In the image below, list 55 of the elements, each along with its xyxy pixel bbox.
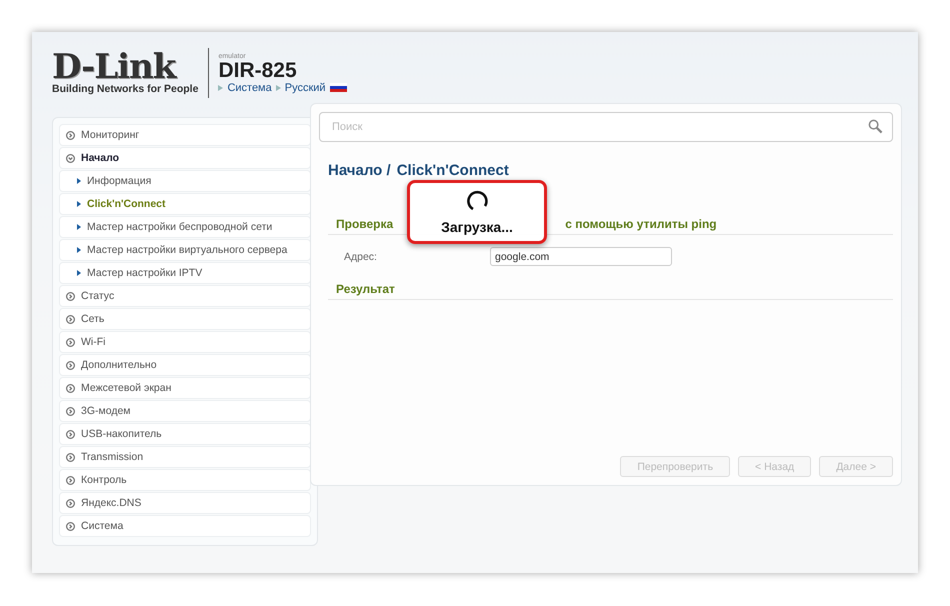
menu-item[interactable]: Яндекс.DNS [59, 492, 311, 514]
expand-right-icon [66, 452, 75, 462]
triangle-icon [276, 84, 281, 90]
address-field[interactable]: google.com [490, 247, 672, 266]
expand-right-icon [66, 130, 75, 140]
chevron-icon [77, 201, 81, 207]
menu-item[interactable]: USB-накопитель [59, 423, 311, 445]
expand-right-icon [66, 498, 75, 508]
menu-item[interactable]: 3G-модем [59, 400, 311, 422]
model-name: DIR-825 [218, 60, 298, 82]
search-field[interactable]: Поиск [319, 112, 893, 142]
header-link[interactable]: Русский [284, 82, 326, 94]
page-title: Начало / [328, 162, 391, 179]
menu-item[interactable]: Мониторинг [59, 124, 311, 146]
submenu-item[interactable]: Click'n'Connect [59, 193, 311, 215]
chevron-icon [77, 270, 81, 276]
expand-right-icon [66, 292, 75, 300]
chevron-icon [77, 224, 81, 230]
submenu-item[interactable]: Информация [59, 170, 311, 192]
expand-right-icon [66, 406, 75, 416]
search-icon[interactable] [868, 119, 883, 134]
chevron-icon [77, 178, 81, 184]
expand-right-icon [66, 314, 75, 324]
address-label: Адрес: [344, 250, 378, 262]
logo-tagline: Building Networks for People [52, 83, 198, 95]
section-title: Результат [328, 282, 893, 300]
expand-right-icon [66, 338, 75, 346]
menu-item[interactable]: Wi-Fi [59, 331, 311, 353]
header-link[interactable]: Система [227, 82, 272, 94]
section-title: с помощью утилиты ping [565, 217, 717, 231]
chevron-icon [77, 247, 81, 253]
expand-right-icon [66, 522, 75, 530]
menu-item[interactable]: Сеть [59, 308, 311, 330]
submenu-item[interactable]: Мастер настройки IPTV [59, 262, 311, 284]
menu-item[interactable]: Статус [59, 285, 311, 307]
menu-item[interactable]: Начало [59, 147, 311, 169]
menu-item[interactable]: Transmission [59, 446, 311, 468]
loading-text: Загрузка... [441, 219, 513, 235]
menu-item[interactable]: Дополнительно [59, 354, 311, 376]
menu-item[interactable]: Система [59, 515, 311, 537]
logo-text: D-Link [52, 51, 177, 83]
expand-right-icon [66, 360, 75, 370]
menu-item[interactable]: Контроль [59, 469, 311, 491]
section-title: Проверка [336, 217, 394, 231]
triangle-icon [218, 84, 224, 90]
expand-down-icon [66, 154, 75, 162]
expand-right-icon [66, 476, 75, 484]
submenu-item[interactable]: Мастер настройки виртуального сервера [59, 239, 311, 261]
menu-item[interactable]: Межсетевой экран [59, 377, 311, 399]
expand-right-icon [66, 384, 75, 392]
spinner-icon [465, 189, 489, 213]
expand-right-icon [66, 430, 75, 438]
submenu-item[interactable]: Мастер настройки беспроводной сети [59, 216, 311, 238]
flag-icon[interactable] [330, 83, 347, 92]
page-title: Click'n'Connect [396, 162, 509, 179]
